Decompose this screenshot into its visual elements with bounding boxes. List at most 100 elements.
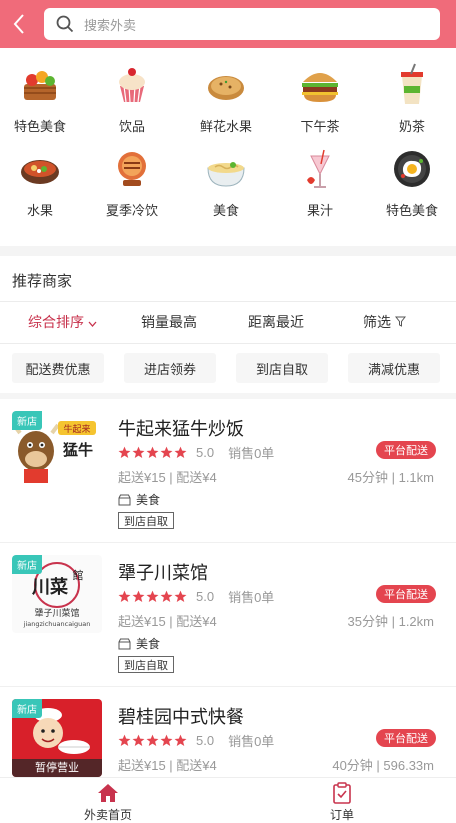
chip-store-coupon[interactable]: 进店领券 bbox=[124, 353, 216, 383]
category-label: 下午茶 bbox=[300, 119, 340, 134]
thumb-sign-text: 猛牛 bbox=[62, 441, 93, 459]
thumb-subtitle: 犟子川菜馆 bbox=[34, 607, 79, 619]
noodle-bowl-icon bbox=[203, 146, 249, 192]
star-icon bbox=[118, 446, 131, 458]
sales-count: 销售0单 bbox=[228, 734, 275, 749]
chevron-left-icon bbox=[13, 14, 24, 34]
sort-comprehensive[interactable]: 综合排序 bbox=[28, 312, 97, 332]
category-item[interactable]: 饮品 bbox=[94, 62, 170, 142]
chevron-down-icon bbox=[88, 321, 97, 327]
new-store-tag: 新店 bbox=[12, 411, 42, 430]
sales-count: 销售0单 bbox=[228, 590, 275, 605]
category-item[interactable]: 果汁 bbox=[282, 146, 358, 226]
category-label: 饮品 bbox=[118, 119, 145, 134]
chip-delivery-discount[interactable]: 配送费优惠 bbox=[12, 353, 104, 383]
category-item[interactable]: 夏季冷饮 bbox=[94, 146, 170, 226]
category-item[interactable]: 美食 bbox=[188, 146, 264, 226]
sort-label: 综合排序 bbox=[28, 314, 84, 330]
chip-self-pickup[interactable]: 到店自取 bbox=[236, 353, 328, 383]
rating-score: 5.0 bbox=[196, 589, 215, 604]
order-clipboard-icon bbox=[333, 782, 351, 804]
category-item[interactable]: 特色美食 bbox=[374, 146, 450, 226]
filter-icon bbox=[394, 316, 406, 327]
category-label: 特色美食 bbox=[385, 203, 438, 218]
fee-info: 起送¥15 | 配送¥4 bbox=[118, 758, 217, 773]
filter-label: 筛选 bbox=[363, 314, 391, 330]
rating-stars: 5.0 销售0单 bbox=[118, 587, 274, 606]
search-icon bbox=[56, 15, 74, 33]
back-button[interactable] bbox=[0, 0, 38, 48]
star-icon bbox=[132, 446, 145, 458]
thumb-pinyin: jiangzichuancaiguan bbox=[23, 620, 91, 628]
star-icon bbox=[160, 734, 173, 746]
star-icon bbox=[160, 590, 173, 602]
time-distance: 40分钟 | 596.33m bbox=[332, 758, 434, 773]
page: 搜索外卖 特色美食 饮品 鲜花水果 下午茶 奶茶 水果 夏季冷饮 美食 果汁 特… bbox=[0, 0, 456, 823]
bbq-icon bbox=[109, 146, 155, 192]
merchant-name: 碧桂园中式快餐 bbox=[118, 707, 244, 727]
category-tag: 美食 bbox=[118, 491, 160, 508]
star-icon bbox=[174, 590, 187, 602]
rating-score: 5.0 bbox=[196, 445, 215, 460]
fried-egg-pan-icon bbox=[389, 146, 435, 192]
category-label: 奶茶 bbox=[398, 119, 425, 134]
star-icon bbox=[132, 734, 145, 746]
home-icon bbox=[98, 784, 118, 802]
category-tag: 美食 bbox=[118, 635, 160, 652]
merchant-thumbnail: 新店 川菜館犟子川菜馆 jiangzichuancaiguan bbox=[12, 555, 102, 633]
new-store-tag: 新店 bbox=[12, 699, 42, 718]
new-store-tag: 新店 bbox=[12, 555, 42, 574]
bubble-tea-icon bbox=[389, 62, 435, 108]
category-label: 鲜花水果 bbox=[199, 119, 252, 134]
category-label: 特色美食 bbox=[13, 119, 66, 134]
merchant-card[interactable]: 新店 川菜館犟子川菜馆 jiangzichuancaiguan 犟子川菜馆 5.0… bbox=[0, 543, 456, 687]
divider bbox=[0, 301, 456, 302]
star-icon bbox=[118, 734, 131, 746]
chip-full-reduction[interactable]: 满减优惠 bbox=[348, 353, 440, 383]
category-item[interactable]: 下午茶 bbox=[282, 62, 358, 142]
search-input[interactable]: 搜索外卖 bbox=[44, 8, 440, 40]
juice-glass-icon bbox=[297, 146, 343, 192]
star-icon bbox=[118, 590, 131, 602]
cupcake-icon bbox=[109, 62, 155, 108]
platform-delivery-badge: 平台配送 bbox=[376, 441, 436, 459]
sales-count: 销售0单 bbox=[228, 446, 275, 461]
category-label: 美食 bbox=[136, 637, 161, 651]
category-grid: 特色美食 饮品 鲜花水果 下午茶 奶茶 水果 夏季冷饮 美食 果汁 特色美食 bbox=[0, 48, 456, 246]
pickup-tag: 到店自取 bbox=[118, 656, 174, 673]
platform-delivery-badge: 平台配送 bbox=[376, 585, 436, 603]
star-icon bbox=[160, 446, 173, 458]
category-label: 美食 bbox=[212, 203, 239, 218]
nav-home[interactable]: 外卖首页 bbox=[68, 782, 148, 823]
star-icon bbox=[146, 734, 159, 746]
sort-sales[interactable]: 销量最高 bbox=[141, 312, 197, 332]
star-icon bbox=[146, 446, 159, 458]
merchant-card[interactable]: 新店 牛起来 猛牛 牛起来猛牛炒饭 5.0 销售0单 平台配送 起送¥15 | 配… bbox=[0, 399, 456, 543]
rating-score: 5.0 bbox=[196, 733, 215, 748]
category-label: 果汁 bbox=[306, 203, 333, 218]
recommended-section: 推荐商家 综合排序 销量最高 距离最近 筛选 配送费优惠 进店领券 到店自取 满… bbox=[0, 256, 456, 823]
category-item[interactable]: 特色美食 bbox=[2, 62, 78, 142]
pickup-tag: 到店自取 bbox=[118, 512, 174, 529]
thumb-title-text: 川菜 bbox=[31, 577, 68, 598]
category-label: 美食 bbox=[136, 493, 161, 507]
divider bbox=[0, 343, 456, 344]
category-item[interactable]: 奶茶 bbox=[374, 62, 450, 142]
store-icon bbox=[118, 494, 131, 505]
svg-text:牛起来: 牛起来 bbox=[63, 423, 90, 435]
rating-stars: 5.0 销售0单 bbox=[118, 731, 274, 750]
category-label: 水果 bbox=[26, 203, 53, 218]
star-icon bbox=[174, 734, 187, 746]
nav-home-label: 外卖首页 bbox=[83, 808, 132, 822]
nav-orders[interactable]: 订单 bbox=[302, 782, 382, 823]
pancake-icon bbox=[203, 62, 249, 108]
category-item[interactable]: 鲜花水果 bbox=[188, 62, 264, 142]
search-placeholder: 搜索外卖 bbox=[84, 17, 137, 33]
sort-distance[interactable]: 距离最近 bbox=[248, 312, 304, 332]
bottom-nav: 外卖首页 订单 bbox=[0, 777, 456, 823]
fee-info: 起送¥15 | 配送¥4 bbox=[118, 614, 217, 629]
category-item[interactable]: 水果 bbox=[2, 146, 78, 226]
filter-button[interactable]: 筛选 bbox=[363, 312, 406, 332]
star-icon bbox=[132, 590, 145, 602]
merchant-thumbnail: 新店 牛起来猛牛 bbox=[12, 411, 102, 489]
